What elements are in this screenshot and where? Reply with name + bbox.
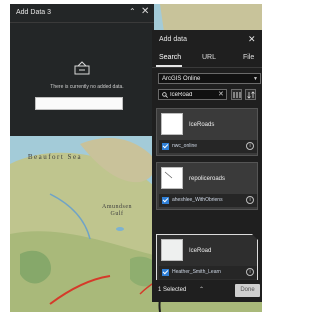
clear-search-icon[interactable]: ✕ (218, 90, 224, 98)
search-icon (162, 92, 168, 98)
result-owner-row: Heather_Smith_Learn i (159, 266, 257, 279)
check-icon[interactable] (162, 269, 169, 276)
panel-footer: 1 Selected ⌃ Done (152, 280, 262, 302)
result-title: IceRoads (189, 122, 215, 128)
source-select[interactable]: ArcGIS Online ▼ (158, 73, 261, 84)
chevron-up-double-icon[interactable]: ⌃ (129, 7, 136, 16)
info-icon[interactable]: i (246, 196, 254, 204)
panel-tabs: Search URL File (152, 50, 262, 67)
result-owner[interactable]: Heather_Smith_Learn (172, 269, 244, 275)
result-thumbnail (161, 113, 183, 135)
check-icon[interactable] (162, 143, 169, 150)
result-title: IceRoad (189, 248, 212, 254)
empty-data-icon (74, 61, 90, 80)
search-input[interactable] (170, 91, 214, 99)
result-thumbnail (161, 167, 183, 189)
result-card[interactable]: IceRoads nwc_online i (156, 108, 258, 156)
grid-icon (233, 92, 241, 98)
selected-count[interactable]: 1 Selected (158, 287, 186, 293)
sort-button[interactable] (245, 89, 256, 100)
tab-file[interactable]: File (243, 54, 254, 61)
result-title: repoliceroads (189, 176, 226, 182)
add-data-panel: Add data ✕ Search URL File ArcGIS Online… (152, 30, 262, 302)
chevron-up-icon[interactable]: ⌃ (199, 286, 204, 293)
search-results: IceRoads nwc_online i repoliceroads ahes… (156, 108, 262, 288)
grid-view-button[interactable] (231, 89, 242, 100)
tabs-divider (152, 67, 262, 68)
panel-title: Add data (159, 36, 188, 43)
folded-corner (252, 234, 258, 240)
result-owner[interactable]: nwc_online (172, 143, 244, 149)
widget-close-icon[interactable]: ✕ (141, 6, 149, 17)
done-button[interactable]: Done (235, 284, 260, 297)
map-label-sea: Beaufort Sea (27, 153, 83, 161)
add-data-widget: Add Data 3 ⌃ ✕ There is currently no add… (10, 4, 154, 136)
widget-title: Add Data 3 (16, 9, 52, 16)
empty-placeholder-box (35, 97, 123, 110)
check-icon[interactable] (162, 197, 169, 204)
info-icon[interactable]: i (246, 142, 254, 150)
source-select-value: ArcGIS Online (162, 76, 201, 82)
panel-close-icon[interactable]: ✕ (248, 34, 256, 45)
chevron-down-icon: ▼ (253, 76, 258, 82)
search-box: ✕ (158, 89, 227, 100)
empty-message: There is currently no added data. (50, 84, 124, 90)
tab-url[interactable]: URL (202, 54, 216, 61)
result-card[interactable]: repoliceroads aheshlee_WithObriens i (156, 162, 258, 210)
result-owner-row: aheshlee_WithObriens i (159, 194, 257, 207)
sort-icon (247, 91, 255, 99)
info-icon[interactable]: i (246, 268, 254, 276)
map-label-gulf: Amundsen Gulf (102, 204, 132, 217)
result-owner[interactable]: aheshlee_WithObriens (172, 197, 244, 203)
widget-divider (10, 22, 154, 23)
tab-search[interactable]: Search (159, 54, 181, 61)
result-card-selected[interactable]: IceRoad Heather_Smith_Learn i (156, 234, 258, 282)
result-thumbnail (161, 239, 183, 261)
result-owner-row: nwc_online i (159, 140, 257, 153)
